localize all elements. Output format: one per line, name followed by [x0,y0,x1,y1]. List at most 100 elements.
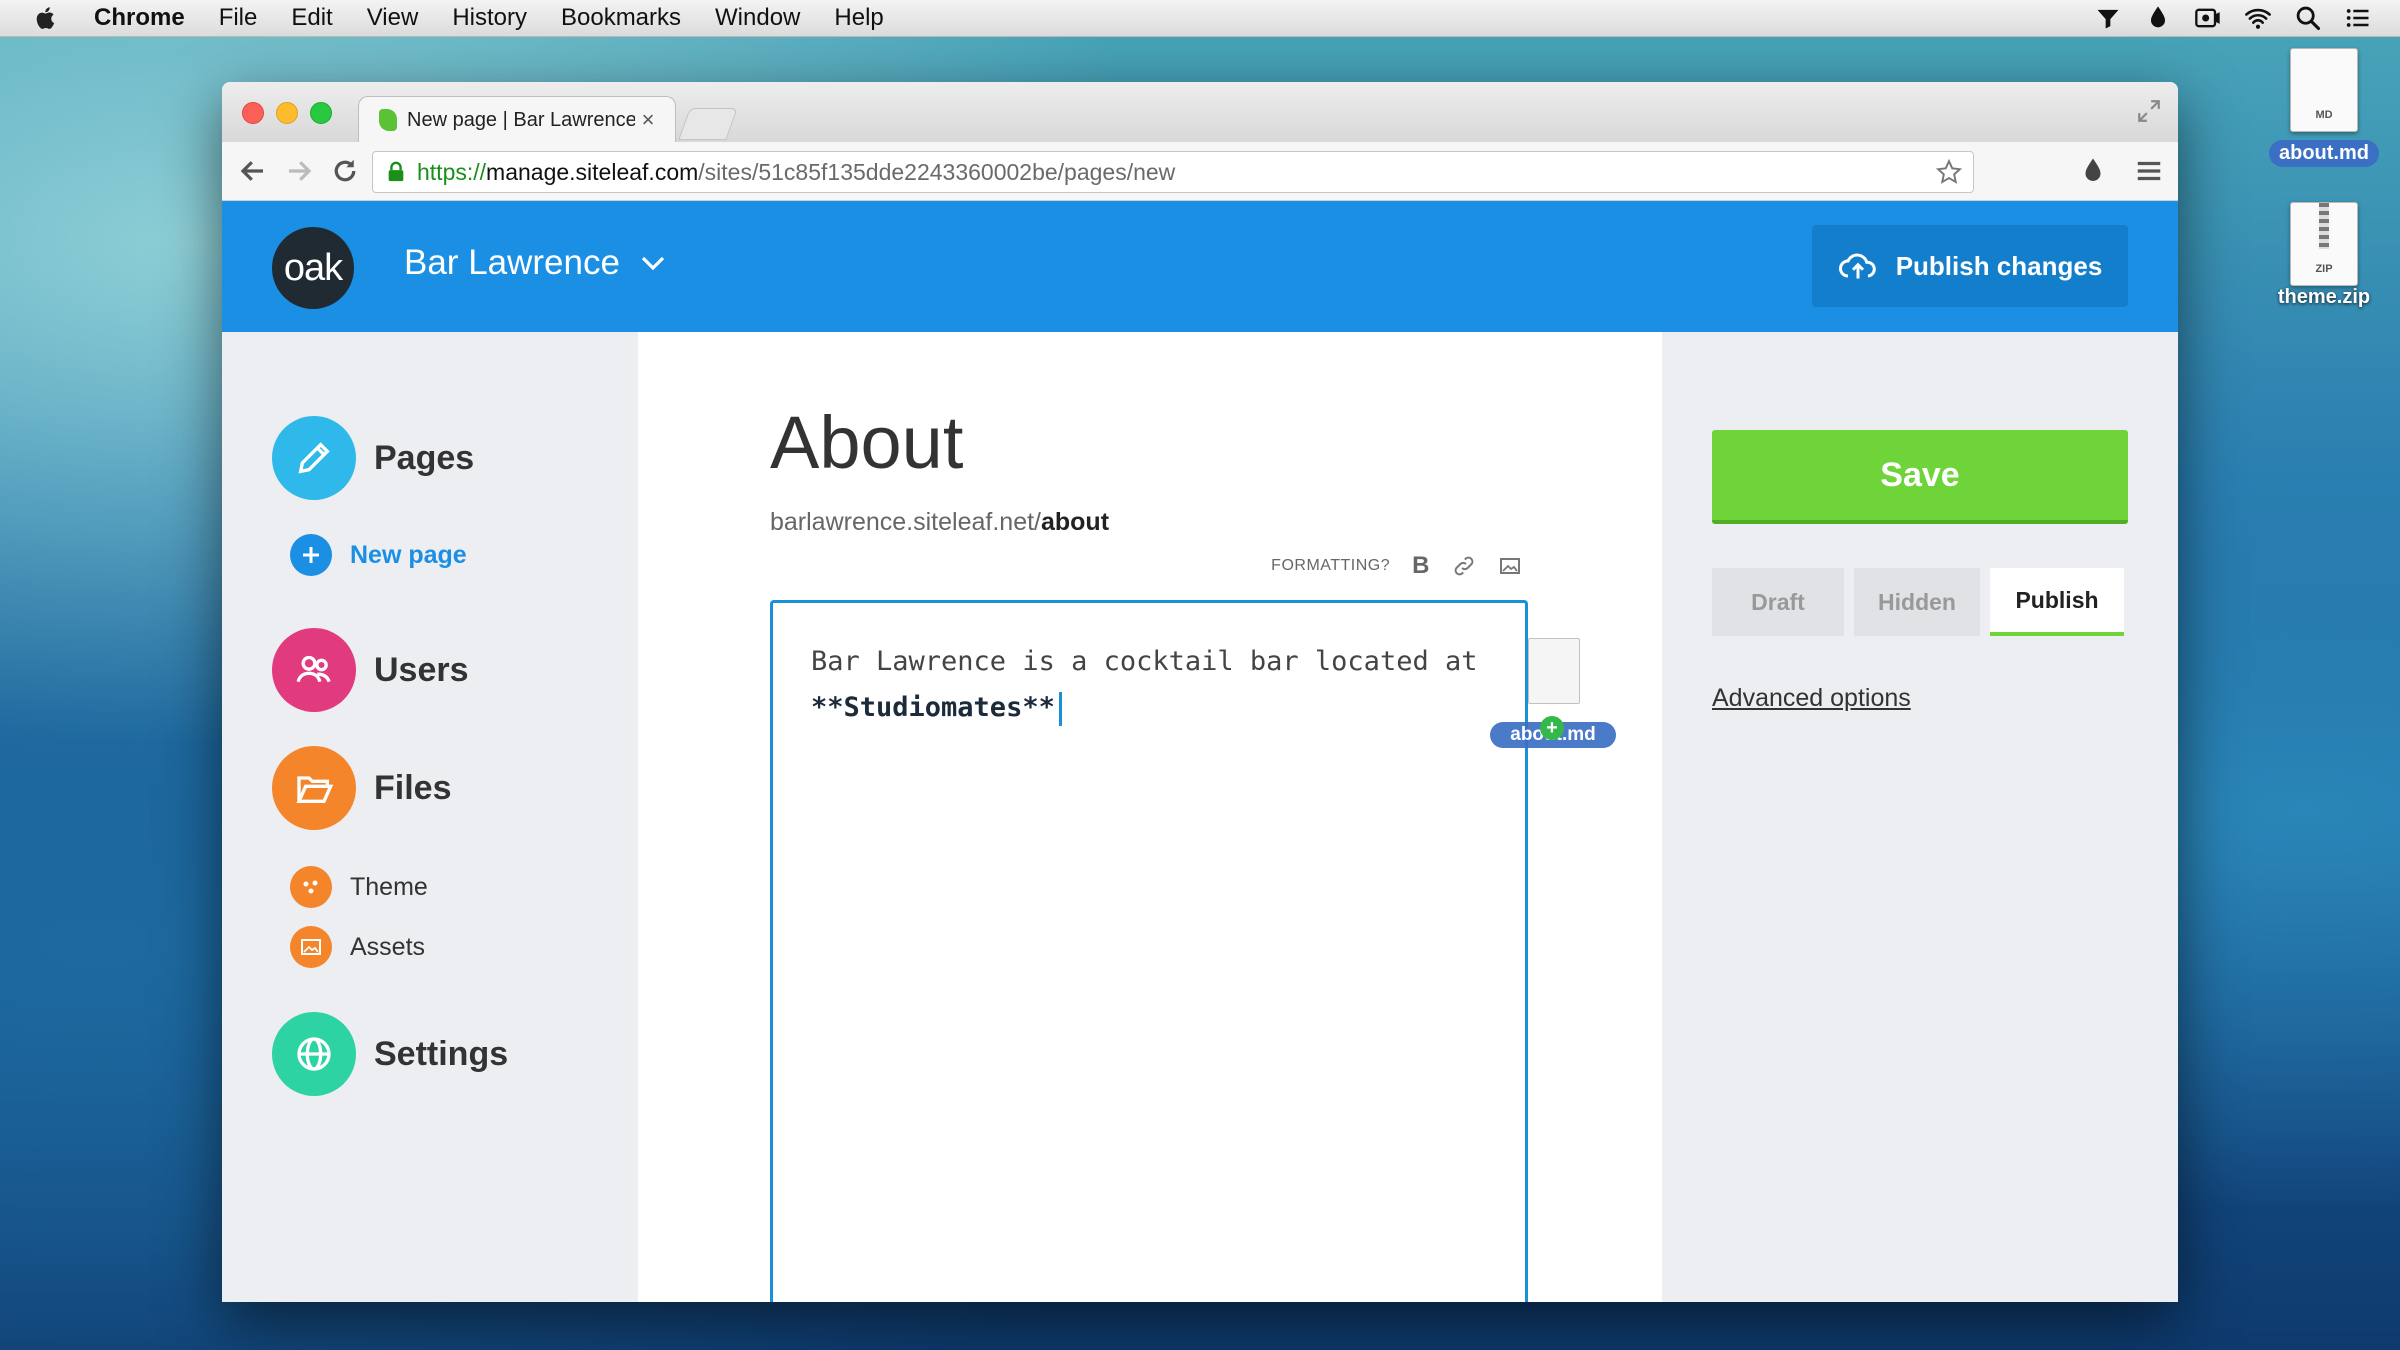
menu-chrome[interactable]: Chrome [94,4,185,32]
palette-icon [290,866,332,908]
dragged-file: about.md + [1490,638,1616,748]
sidebar-item-assets[interactable]: Assets [290,926,425,968]
plus-icon [290,534,332,576]
wifi-icon[interactable] [2244,4,2272,32]
browser-toolbar: https://manage.siteleaf.com/sites/51c85f… [222,142,2178,201]
sidebar-item-label: Assets [350,932,426,961]
site-logo[interactable]: oak [272,227,354,309]
lock-icon [388,161,404,182]
permalink-slug: about [1040,508,1110,536]
status-selector: Draft Hidden Publish [1712,568,2124,636]
arrow-left-icon [240,161,263,181]
url-scheme: https:// [417,158,487,185]
cloud-upload-icon [1838,253,1876,279]
chrome-window: New page | Bar Lawrence × https://manage… [222,82,2178,1302]
publish-changes-label: Publish changes [1895,250,2103,281]
screen-record-icon[interactable] [2194,4,2222,32]
address-bar[interactable]: https://manage.siteleaf.com/sites/51c85f… [372,151,1974,193]
formatting-toolbar: FORMATTING? B [1271,552,1522,580]
sidebar: Pages New page Users Files Theme Assets … [222,332,638,1302]
page-permalink[interactable]: barlawrence.siteleaf.net/about [770,508,1109,537]
folder-open-icon [272,746,356,830]
markdown-editor[interactable]: Bar Lawrence is a cocktail bar located a… [770,600,1528,1302]
status-publish[interactable]: Publish [1990,568,2124,636]
image-icon [290,926,332,968]
editor-text-plain: Bar Lawrence is a cocktail bar located a… [811,646,1478,677]
menu-edit[interactable]: Edit [291,4,332,32]
sidebar-item-label: Settings [374,1034,509,1073]
desktop-file-label: about.md [2269,140,2379,167]
arrow-right-icon [289,161,312,181]
sidebar-item-settings[interactable]: Settings [272,1012,508,1096]
menu-window[interactable]: Window [715,4,800,32]
close-window-button[interactable] [242,102,264,124]
globe-icon [272,1012,356,1096]
drop-icon[interactable] [2144,4,2172,32]
zip-archive-icon: ZIP [2290,202,2358,286]
save-button[interactable]: Save [1712,430,2128,524]
sidebar-item-pages[interactable]: Pages [272,416,474,500]
copy-plus-icon: + [1540,716,1564,740]
siteleaf-favicon-icon [379,109,397,131]
sidebar-item-new-page[interactable]: New page [290,534,467,576]
users-icon [272,628,356,712]
sidebar-item-users[interactable]: Users [272,628,469,712]
document-icon [1528,638,1580,704]
bold-button[interactable]: B [1412,552,1430,580]
formatting-help-link[interactable]: FORMATTING? [1271,557,1390,575]
editor-area: About barlawrence.siteleaf.net/about FOR… [638,332,1662,1302]
fullscreen-icon[interactable] [2136,98,2162,124]
minimize-window-button[interactable] [276,102,298,124]
desktop-file-theme-zip[interactable]: ZIP theme.zip [2264,202,2384,309]
notification-center-icon[interactable] [2344,4,2372,32]
app-header: oak Bar Lawrence Publish changes [222,201,2178,333]
sidebar-item-label: Users [374,650,469,689]
chrome-menu-icon[interactable] [2134,156,2164,186]
link-icon[interactable] [1452,554,1476,578]
menu-extras [2094,0,2372,36]
bookmark-star-icon[interactable] [1935,159,1963,185]
sidebar-item-label: Files [374,768,452,807]
editor-content: Bar Lawrence is a cocktail bar located a… [773,603,1525,767]
reload-button[interactable] [330,156,360,186]
permalink-base: barlawrence.siteleaf.net/ [770,508,1041,536]
sidebar-item-theme[interactable]: Theme [290,866,428,908]
mac-menu-bar: Chrome File Edit View History Bookmarks … [0,0,2400,37]
pencil-icon [272,416,356,500]
sidebar-item-files[interactable]: Files [272,746,451,830]
tab-close-icon[interactable]: × [635,107,661,133]
apple-icon[interactable] [32,4,60,32]
insert-image-icon[interactable] [1498,554,1522,578]
site-switcher[interactable]: Bar Lawrence [404,243,668,283]
publish-changes-button[interactable]: Publish changes [1812,225,2128,307]
forward-button[interactable] [284,156,314,186]
spotlight-search-icon[interactable] [2294,4,2322,32]
url-host: manage.siteleaf.com [486,158,699,185]
advanced-options-link[interactable]: Advanced options [1712,684,1911,713]
app-content: Pages New page Users Files Theme Assets … [222,332,2178,1302]
extension-icon[interactable] [2094,4,2122,32]
desktop-file-about-md[interactable]: MD about.md [2264,48,2384,167]
chevron-down-icon [641,256,665,271]
menu-bookmarks[interactable]: Bookmarks [561,4,681,32]
status-draft[interactable]: Draft [1712,568,1844,636]
document-icon: MD [2290,48,2358,132]
sidebar-item-label: Theme [350,872,428,901]
menu-history[interactable]: History [452,4,527,32]
browser-tab-active[interactable]: New page | Bar Lawrence × [358,96,676,143]
editor-text-bold: **Studiomates** [811,692,1055,723]
page-title[interactable]: About [770,400,963,485]
menu-file[interactable]: File [219,4,258,32]
menu-help[interactable]: Help [834,4,883,32]
url-path: /sites/51c85f135dde2243360002be/pages/ne… [698,158,1176,185]
menu-view[interactable]: View [367,4,419,32]
extension-drop-icon[interactable] [2078,156,2108,186]
back-button[interactable] [238,156,268,186]
window-titlebar: New page | Bar Lawrence × [222,82,2178,143]
sidebar-item-label: New page [350,540,467,569]
zoom-window-button[interactable] [310,102,332,124]
status-hidden[interactable]: Hidden [1854,568,1980,636]
new-tab-button[interactable] [678,108,738,140]
text-caret [1058,691,1062,726]
publish-panel: Save Draft Hidden Publish Advanced optio… [1662,332,2178,1302]
